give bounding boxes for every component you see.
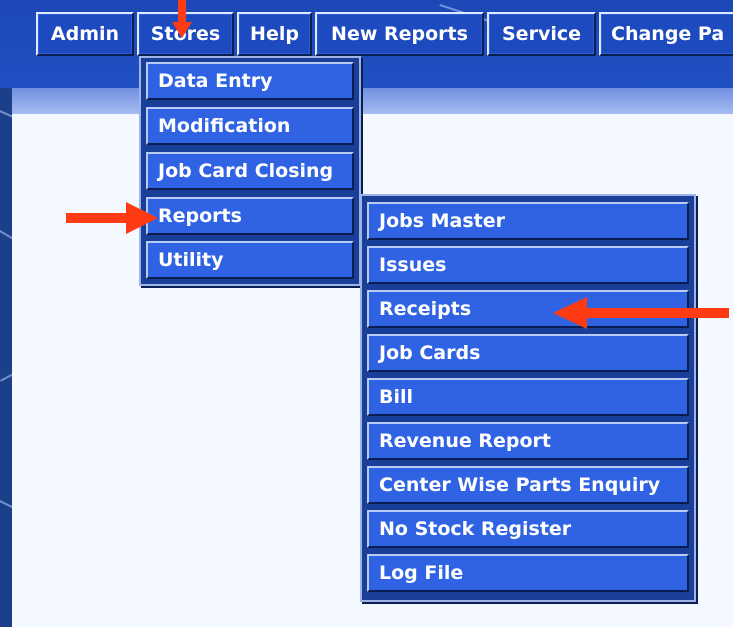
right-arrow-icon (66, 202, 158, 234)
reports-item-issues[interactable]: Issues (367, 246, 689, 284)
stores-item-reports[interactable]: Reports (146, 197, 354, 235)
reports-submenu: Jobs Master Issues Receipts Job Cards Bi… (360, 194, 696, 602)
reports-item-job-cards[interactable]: Job Cards (367, 334, 689, 372)
reports-item-revenue-report[interactable]: Revenue Report (367, 422, 689, 460)
stores-item-job-card-closing[interactable]: Job Card Closing (146, 152, 354, 190)
menu-admin[interactable]: Admin (36, 12, 134, 56)
reports-item-jobs-master[interactable]: Jobs Master (367, 202, 689, 240)
reports-item-no-stock-register[interactable]: No Stock Register (367, 510, 689, 548)
menu-help[interactable]: Help (237, 12, 312, 56)
reports-item-center-wise-parts-enquiry[interactable]: Center Wise Parts Enquiry (367, 466, 689, 504)
main-menu-bar: Admin Stores Help New Reports Service Ch… (36, 12, 733, 56)
menu-new-reports[interactable]: New Reports (315, 12, 484, 56)
menu-change-password[interactable]: Change Pa (599, 12, 733, 56)
stores-item-utility[interactable]: Utility (146, 241, 354, 279)
left-arrow-icon (553, 297, 729, 329)
stores-item-modification[interactable]: Modification (146, 107, 354, 145)
stores-item-data-entry[interactable]: Data Entry (146, 62, 354, 100)
stores-dropdown: Data Entry Modification Job Card Closing… (139, 56, 361, 286)
reports-item-bill[interactable]: Bill (367, 378, 689, 416)
down-arrow-icon (172, 0, 192, 38)
sub-header-strip (12, 88, 733, 114)
reports-item-log-file[interactable]: Log File (367, 554, 689, 592)
menu-service[interactable]: Service (487, 12, 596, 56)
